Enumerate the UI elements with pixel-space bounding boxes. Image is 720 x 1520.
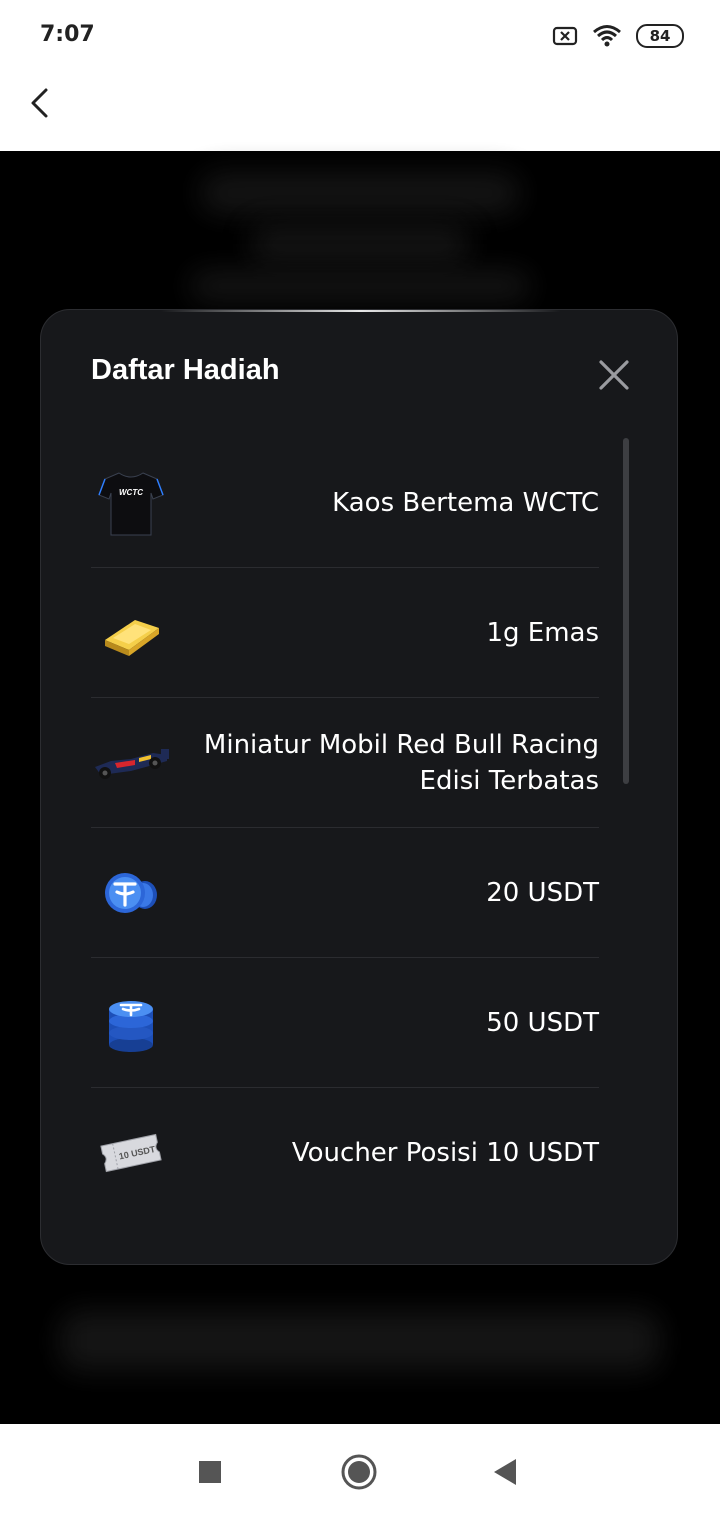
list-item: WCTC Kaos Bertema WCTC — [91, 438, 599, 568]
prize-label: Kaos Bertema WCTC — [332, 487, 599, 518]
home-circle-icon[interactable] — [340, 1450, 378, 1494]
list-item: 1g Emas — [91, 568, 599, 698]
prize-label: 1g Emas — [486, 617, 599, 648]
status-time: 7:07 — [40, 22, 95, 47]
prize-label: 20 USDT — [486, 877, 599, 908]
prize-label: 50 USDT — [486, 1007, 599, 1038]
list-item: 20 USDT — [91, 828, 599, 958]
list-item: 10 USDT Voucher Posisi 10 USDT — [91, 1088, 599, 1218]
prize-list-modal: Daftar Hadiah WCTC Kaos Bertema WCTC 1g … — [40, 309, 678, 1265]
status-bar: 7:07 84 — [0, 0, 720, 70]
wifi-icon — [593, 25, 621, 47]
sim-off-icon — [552, 26, 578, 46]
blurred-content — [200, 173, 520, 213]
blurred-content — [250, 226, 470, 262]
close-icon[interactable] — [597, 358, 631, 392]
gold-bar-icon — [91, 593, 171, 673]
prize-label: Voucher Posisi 10 USDT — [291, 1138, 599, 1168]
scrollbar[interactable] — [623, 438, 629, 784]
status-icons: 84 — [552, 22, 684, 50]
prize-list[interactable]: WCTC Kaos Bertema WCTC 1g Emas Miniatur … — [91, 438, 599, 1218]
recents-square-icon[interactable] — [198, 1450, 222, 1494]
modal-top-glow — [161, 310, 561, 312]
back-triangle-icon[interactable] — [492, 1450, 518, 1494]
usdt-coins-icon — [91, 853, 171, 933]
battery-icon: 84 — [636, 24, 684, 48]
blurred-content — [60, 1311, 660, 1371]
tshirt-print-text: WCTC — [119, 488, 143, 497]
list-item: Miniatur Mobil Red Bull Racing Edisi Ter… — [91, 698, 599, 828]
list-item: 50 USDT — [91, 958, 599, 1088]
system-nav-bar — [0, 1424, 720, 1520]
back-arrow-icon[interactable] — [22, 84, 62, 124]
race-car-icon — [91, 723, 171, 803]
battery-level: 84 — [649, 27, 671, 45]
prize-label: Miniatur Mobil Red Bull Racing Edisi Ter… — [203, 729, 599, 796]
tshirt-icon: WCTC — [91, 463, 171, 543]
voucher-ticket-icon: 10 USDT — [91, 1113, 171, 1193]
app-bar — [0, 70, 720, 151]
usdt-coin-stack-icon — [91, 983, 171, 1063]
modal-title: Daftar Hadiah — [91, 354, 280, 386]
blurred-content — [190, 271, 530, 301]
